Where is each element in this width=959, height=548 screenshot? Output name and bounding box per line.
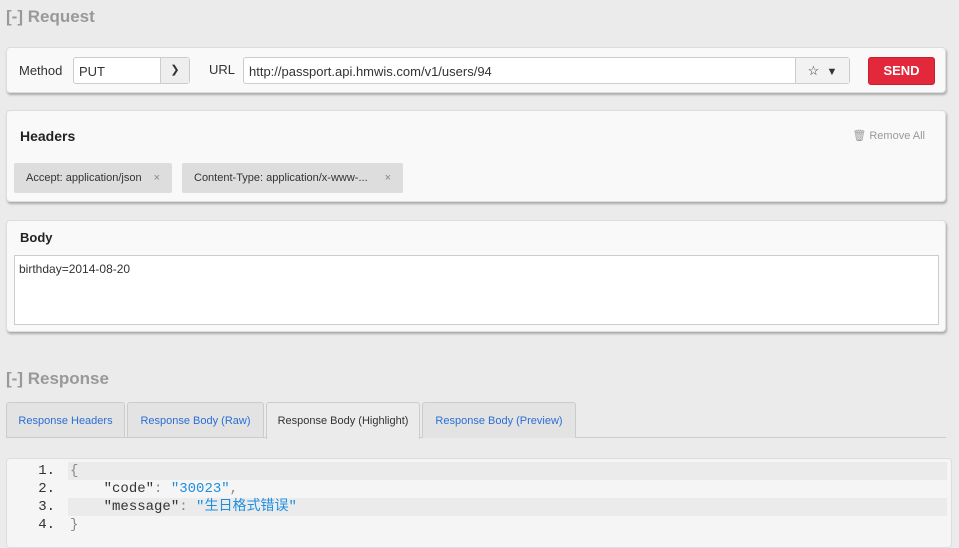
code-line: 3. "message": "生日格式错误" [7, 498, 947, 516]
tab-response-body-highlight[interactable]: Response Body (Highlight) [266, 402, 420, 439]
tab-response-body-preview[interactable]: Response Body (Preview) [422, 402, 576, 438]
method-label: Method [19, 63, 63, 78]
json-value: "30023" [170, 481, 230, 497]
request-heading[interactable]: [-] Request [6, 7, 95, 27]
header-chip[interactable]: Content-Type: application/x-www-... × [182, 163, 403, 193]
close-icon[interactable]: × [385, 163, 391, 193]
method-value: PUT [79, 64, 105, 79]
url-input[interactable]: http://passport.api.hmwis.com/v1/users/9… [243, 57, 850, 84]
close-icon[interactable]: × [154, 163, 160, 193]
tab-response-headers[interactable]: Response Headers [6, 402, 125, 438]
trash-icon: 🗑 [852, 130, 867, 142]
line-text: { [68, 462, 947, 480]
star-icon[interactable]: ☆ [808, 63, 820, 78]
body-textarea[interactable]: birthday=2014-08-20 [14, 255, 939, 325]
response-code-view: 1. { 2. "code": "30023", 3. "message": "生… [6, 458, 952, 548]
headers-panel: Headers 🗑 Remove All Accept: application… [6, 110, 946, 202]
chevron-down-icon[interactable]: ❯ [160, 58, 189, 83]
remove-all-label: Remove All [869, 130, 925, 142]
json-key: "message" [103, 499, 180, 515]
line-number: 4. [38, 517, 55, 533]
line-text: } [70, 517, 79, 533]
json-key: "code" [103, 481, 155, 497]
method-select[interactable]: PUT ❯ [73, 57, 190, 84]
headers-title: Headers [20, 128, 76, 144]
code-line: 1. { [7, 462, 947, 480]
code-line: 4.} [7, 516, 947, 534]
tab-response-body-raw[interactable]: Response Body (Raw) [127, 402, 264, 438]
url-actions[interactable]: ☆ ▼ [795, 58, 849, 83]
header-chip[interactable]: Accept: application/json × [14, 163, 172, 193]
response-heading[interactable]: [-] Response [6, 369, 109, 389]
chip-label: Content-Type: application/x-www-... [194, 172, 368, 184]
url-value: http://passport.api.hmwis.com/v1/users/9… [249, 64, 492, 79]
code-line: 2. "code": "30023", [7, 480, 947, 498]
request-panel: Method PUT ❯ URL http://passport.api.hmw… [6, 47, 946, 93]
send-button[interactable]: SEND [868, 57, 935, 85]
line-number: 2. [38, 481, 55, 497]
remove-all-button[interactable]: 🗑 Remove All [852, 129, 925, 142]
chip-label: Accept: application/json [26, 172, 142, 184]
chevron-down-icon[interactable]: ▼ [827, 66, 838, 78]
body-title: Body [20, 230, 53, 245]
line-number: 1. [38, 463, 55, 479]
url-label: URL [209, 62, 236, 77]
json-value: "生日格式错误" [196, 499, 297, 515]
body-panel: Body birthday=2014-08-20 [6, 220, 946, 332]
line-number: 3. [38, 499, 55, 515]
